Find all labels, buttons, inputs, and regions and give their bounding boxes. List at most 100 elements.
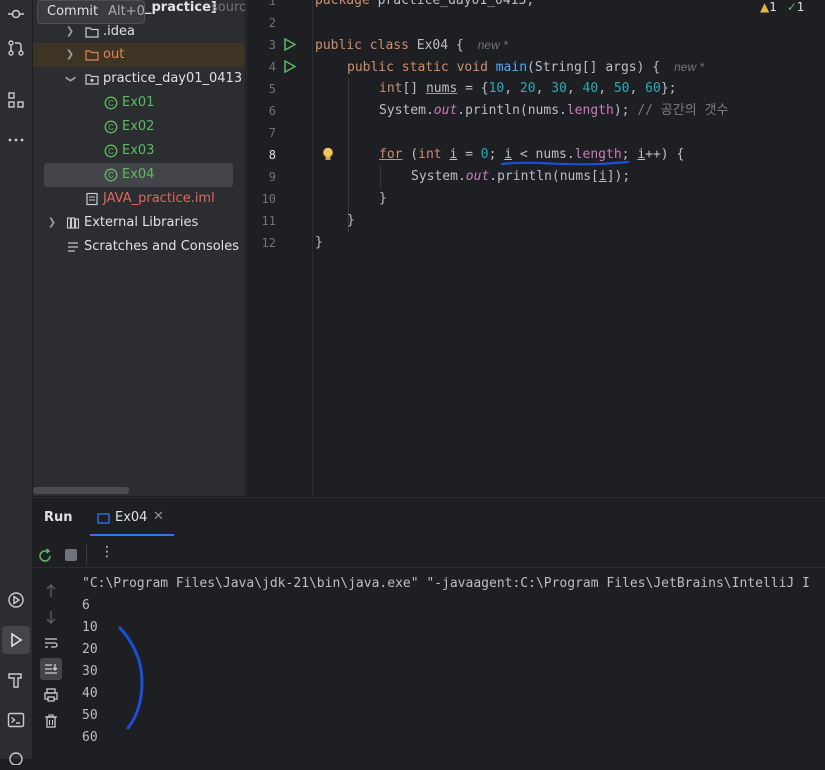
line-number: 3 [268,38,276,52]
trash-icon[interactable] [40,710,62,732]
line-number: 2 [268,16,276,30]
code-line-11: } [347,213,355,228]
down-arrow-icon[interactable] [40,606,62,628]
tree-item-label: Scratches and Consoles [84,239,240,254]
weak-warning-count: 1 [796,0,805,14]
svg-text:C: C [108,123,114,132]
project-source-path: sourc [211,0,247,15]
number-literal: 20 [519,81,536,96]
more-options-icon[interactable]: ⋮ [100,544,114,560]
chevron-right-icon[interactable]: ❯ [47,211,57,235]
lightbulb-icon[interactable] [322,147,334,162]
tree-item-ex03[interactable]: C Ex03 [33,139,245,163]
console-output-line: 50 [82,708,98,723]
chevron-right-icon[interactable]: ❯ [65,43,75,67]
scroll-to-end-icon[interactable] [40,658,62,680]
tree-item-iml[interactable]: JAVA_practice.iml [33,187,245,211]
class-name: Ex04 { [408,38,464,53]
tree-item-out[interactable]: ❯ out [33,43,245,67]
author-hint[interactable]: new * [478,38,508,52]
code-text: = [457,147,481,162]
tree-item-label: JAVA_practice.iml [103,191,215,206]
commit-tooltip: Commit Alt+0 [37,0,145,24]
keyword: package [315,0,370,8]
code-line-3: public class Ex04 {new * [315,34,508,57]
structure-icon[interactable] [0,86,32,114]
code-text: ]); [606,169,631,184]
tree-item-package[interactable]: ❯ practice_day01_0413 [33,67,245,91]
run-class-icon[interactable] [283,38,296,51]
package-folder-icon [85,74,99,85]
tooltip-shortcut: Alt+0 [108,4,145,19]
commit-icon[interactable] [0,0,32,28]
chevron-down-icon[interactable]: ❯ [58,74,82,84]
handwritten-bracket [118,626,144,730]
line-number: 5 [268,82,276,96]
svg-text:C: C [108,99,114,108]
method-name: main [495,60,528,75]
code-line-5: int[] nums = {10, 20, 30, 40, 50, 60}; [379,81,677,96]
folder-icon [85,27,99,38]
soft-wrap-icon[interactable] [40,632,62,654]
project-panel: ❯ .idea ❯ out ❯ practice_day01_0413 C Ex… [33,0,245,496]
print-icon[interactable] [40,684,62,706]
code-text: .println(nums. [457,103,567,118]
console-command-line: "C:\Program Files\Java\jdk-21\bin\java.e… [82,576,810,591]
up-arrow-icon[interactable] [40,580,62,602]
warning-count: 1 [769,0,777,14]
line-number: 12 [261,236,276,250]
code-text: [] [402,81,426,96]
terminal-icon[interactable] [0,706,32,734]
tree-item-scratches[interactable]: Scratches and Consoles [33,235,245,259]
console-output-line: 10 [82,620,98,635]
close-tab-icon[interactable]: ✕ [153,509,164,524]
java-class-icon: C [104,96,118,110]
code-line-9: System.out.println(nums[i]); [411,166,630,188]
keyword: public [347,60,394,75]
code-text: = { [457,81,489,96]
indent-guide [380,166,381,188]
run-panel-title: Run [44,510,73,525]
folder-icon [85,50,99,61]
code-line-1: package practice_day01_0413; [315,0,534,12]
rerun-icon[interactable] [37,548,53,564]
run-tab-ex04[interactable]: Ex04 ✕ [91,504,175,536]
params: (String[] args) { [527,60,661,75]
svg-text:C: C [108,171,114,180]
horizontal-scrollbar[interactable] [33,487,129,494]
tree-item-ex01[interactable]: C Ex01 [33,91,245,115]
line-number: 9 [268,170,276,184]
run-main-icon[interactable] [283,60,296,73]
active-tab-indicator [90,534,174,536]
gutter-separator [312,0,313,496]
inspection-widget[interactable]: ▲1 ✓1 [760,0,804,14]
number-literal: 60 [645,81,661,96]
scratches-icon [68,242,78,252]
tree-item-label: practice_day01_0413 [103,71,243,86]
run-tool-icon[interactable] [2,626,30,654]
tree-item-external-libraries[interactable]: ❯ External Libraries [33,211,245,235]
build-hammer-icon[interactable] [0,666,32,694]
run-config-icon [97,513,110,524]
more-tools-icon[interactable] [0,126,32,154]
code-line-6: System.out.println(nums.length); // 공간의 … [379,100,728,122]
stop-icon[interactable] [65,549,77,561]
line-number: 10 [261,192,276,206]
services-icon[interactable] [0,586,32,614]
tree-item-ex02[interactable]: C Ex02 [33,115,245,139]
pull-requests-icon[interactable] [0,34,32,62]
tree-item-label: Ex02 [122,119,155,134]
weak-warning-icon: ✓ [786,0,797,14]
comment: // 공간의 갯수 [637,103,729,118]
java-class-icon: C [104,144,118,158]
tree-item-ex04[interactable]: C Ex04 [44,163,233,187]
warning-icon: ▲ [760,0,770,14]
svg-text:C: C [108,147,114,156]
line-number: 11 [261,214,276,228]
field: length [566,103,614,118]
author-hint[interactable]: new * [674,60,704,74]
line-number: 1 [268,0,276,8]
tree-item-label: Ex01 [122,95,155,110]
line-number: 4 [268,60,276,74]
problems-icon[interactable] [0,742,32,770]
